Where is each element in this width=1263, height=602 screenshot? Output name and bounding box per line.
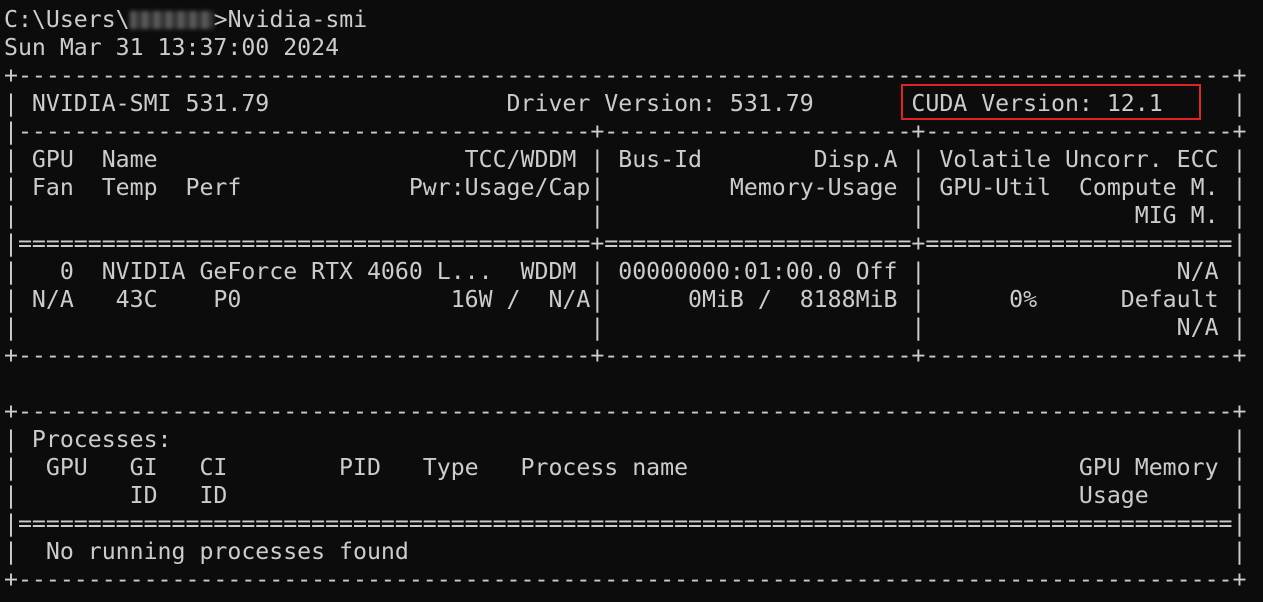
gpu-row-2: | N/A 43C P0 16W / N/A| 0MiB / 8188MiB |… xyxy=(4,286,1247,313)
gpu-row-1: | 0 NVIDIA GeForce RTX 4060 L... WDDM | … xyxy=(4,258,1247,285)
processes-title: | Processes: | xyxy=(4,426,1247,453)
prompt-prefix: C:\Users\ xyxy=(4,6,130,33)
prompt-command: >Nvidia-smi xyxy=(213,6,368,33)
smi-header-row-1: | GPU Name TCC/WDDM | Bus-Id Disp.A | Vo… xyxy=(4,146,1247,173)
smi-border-top: +---------------------------------------… xyxy=(4,62,1247,89)
smi-header-row-3: | | | MIG M. | xyxy=(4,202,1247,229)
processes-border-bottom: +---------------------------------------… xyxy=(4,566,1247,593)
command-prompt-line: C:\Users\ >Nvidia-smi xyxy=(4,6,1263,34)
smi-version-row: | NVIDIA-SMI 531.79 Driver Version: 531.… xyxy=(4,90,1247,117)
processes-empty-message: | No running processes found | xyxy=(4,538,1247,565)
processes-divider: |=======================================… xyxy=(4,510,1247,537)
smi-border-bottom: +---------------------------------------… xyxy=(4,342,1247,369)
redacted-username xyxy=(129,11,214,29)
processes-header-row-2: | ID ID Usage | xyxy=(4,482,1247,509)
smi-header-divider: |=======================================… xyxy=(4,230,1247,257)
smi-header-row-2: | Fan Temp Perf Pwr:Usage/Cap| Memory-Us… xyxy=(4,174,1247,201)
processes-header-row-1: | GPU GI CI PID Type Process name GPU Me… xyxy=(4,454,1247,481)
smi-separator: |---------------------------------------… xyxy=(4,118,1247,145)
terminal-window[interactable]: C:\Users\ >Nvidia-smi Sun Mar 31 13:37:00… xyxy=(0,0,1263,602)
timestamp-line: Sun Mar 31 13:37:00 2024 xyxy=(4,34,340,61)
processes-border-top: +---------------------------------------… xyxy=(4,398,1247,425)
gpu-row-3: | | | N/A | xyxy=(4,314,1247,341)
